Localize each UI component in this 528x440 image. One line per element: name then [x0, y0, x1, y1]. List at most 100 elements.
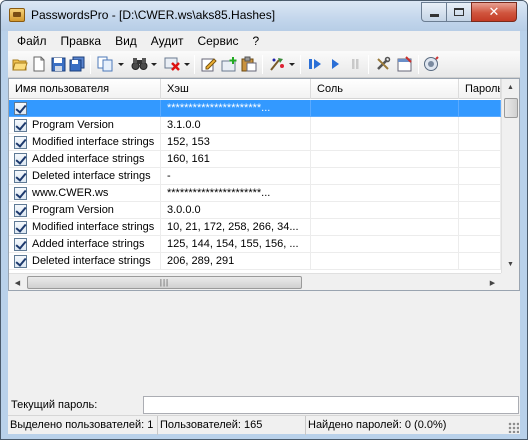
salt-text: [311, 119, 317, 131]
table-row[interactable]: Modified interface strings 152, 153: [9, 134, 501, 151]
delete-dropdown-icon[interactable]: [184, 63, 190, 66]
pause-icon[interactable]: [346, 55, 364, 73]
menu-file[interactable]: Файл: [10, 31, 54, 51]
cell-username: Program Version: [9, 202, 161, 219]
salt-text: [311, 170, 317, 182]
column-header-salt[interactable]: Соль: [311, 79, 459, 99]
row-checkbox[interactable]: [14, 136, 27, 149]
table-row[interactable]: Deleted interface strings 206, 289, 291: [9, 253, 501, 270]
table-row[interactable]: www.CWER.ws **********************...: [9, 185, 501, 202]
column-header-hash[interactable]: Хэш: [161, 79, 311, 99]
scroll-up-icon[interactable]: ▲: [502, 79, 519, 96]
vertical-scrollbar[interactable]: ▲ ▼: [501, 79, 519, 273]
help-icon[interactable]: [422, 55, 440, 73]
row-checkbox[interactable]: [14, 204, 27, 217]
menu-edit[interactable]: Правка: [54, 31, 109, 51]
scroll-right-icon[interactable]: ▶: [484, 274, 501, 290]
column-header-password[interactable]: Пароль: [459, 79, 501, 99]
menu-service[interactable]: Сервис: [190, 31, 245, 51]
resize-grip-icon[interactable]: [508, 422, 519, 433]
cell-salt: [311, 134, 459, 151]
password-text: [459, 221, 465, 233]
table-row[interactable]: Deleted interface strings -: [9, 168, 501, 185]
attack-dropdown-icon[interactable]: [289, 63, 295, 66]
delete-icon[interactable]: [163, 55, 181, 73]
password-text: [459, 136, 465, 148]
attack-icon[interactable]: [268, 55, 286, 73]
new-icon[interactable]: [30, 55, 48, 73]
current-password-field[interactable]: [143, 396, 519, 414]
minimize-button[interactable]: [421, 2, 447, 22]
save-icon[interactable]: [49, 55, 67, 73]
cell-password: [459, 117, 501, 134]
cell-username: Added interface strings: [9, 151, 161, 168]
cell-salt: [311, 253, 459, 270]
password-text: [459, 204, 465, 216]
row-checkbox[interactable]: [14, 153, 27, 166]
cell-password: [459, 134, 501, 151]
lower-panel: Текущий пароль:: [8, 291, 520, 415]
cell-salt: [311, 219, 459, 236]
close-icon: ✕: [488, 4, 500, 19]
salt-text: [311, 187, 317, 199]
continue-icon[interactable]: [326, 55, 344, 73]
copy-icon[interactable]: [96, 55, 114, 73]
options-icon[interactable]: [396, 55, 414, 73]
paste-icon[interactable]: [240, 55, 258, 73]
hash-table: Имя пользователя Хэш Соль Пароль *******…: [8, 78, 520, 291]
hash-text: **********************...: [167, 102, 271, 114]
close-button[interactable]: ✕: [471, 2, 517, 22]
salt-text: [311, 255, 317, 267]
copy-dropdown-icon[interactable]: [118, 63, 124, 66]
row-checkbox[interactable]: [14, 102, 27, 115]
scroll-down-icon[interactable]: ▼: [502, 256, 519, 273]
cell-password: [459, 236, 501, 253]
menu-bar: Файл Правка Вид Аудит Сервис ?: [8, 31, 520, 51]
row-checkbox[interactable]: [14, 187, 27, 200]
menu-help[interactable]: ?: [246, 31, 267, 51]
password-text: [459, 153, 465, 165]
open-icon[interactable]: [11, 55, 29, 73]
table-row[interactable]: Added interface strings 125, 144, 154, 15…: [9, 236, 501, 253]
row-checkbox[interactable]: [14, 221, 27, 234]
cell-hash: 206, 289, 291: [161, 253, 311, 270]
maximize-button[interactable]: [446, 2, 472, 22]
tools-icon[interactable]: [374, 55, 392, 73]
menu-audit[interactable]: Аудит: [144, 31, 191, 51]
horizontal-scrollbar[interactable]: ◀ ||| ▶: [9, 273, 501, 290]
scroll-left-icon[interactable]: ◀: [9, 274, 26, 290]
add-icon[interactable]: [220, 55, 238, 73]
table-row[interactable]: Modified interface strings 10, 21, 172, 2…: [9, 219, 501, 236]
vertical-scroll-thumb[interactable]: [504, 98, 518, 118]
row-checkbox[interactable]: [14, 238, 27, 251]
menu-view[interactable]: Вид: [108, 31, 144, 51]
table-row[interactable]: **********************...: [9, 100, 501, 117]
table-row[interactable]: Added interface strings 160, 161: [9, 151, 501, 168]
title-bar[interactable]: PasswordsPro - [D:\CWER.ws\aks85.Hashes]…: [1, 1, 527, 31]
column-header-username[interactable]: Имя пользователя: [9, 79, 161, 99]
row-checkbox[interactable]: [14, 255, 27, 268]
cell-salt: [311, 202, 459, 219]
hash-text: 10, 21, 172, 258, 266, 34...: [167, 221, 299, 233]
hash-text: 152, 153: [167, 136, 210, 148]
cell-hash: 152, 153: [161, 134, 311, 151]
find-icon[interactable]: [130, 55, 148, 73]
edit-icon[interactable]: [200, 55, 218, 73]
row-checkbox[interactable]: [14, 170, 27, 183]
password-text: [459, 187, 465, 199]
table-row[interactable]: Program Version 3.0.0.0: [9, 202, 501, 219]
status-found-passwords: Найдено паролей: 0 (0.0%): [308, 419, 447, 431]
salt-text: [311, 136, 317, 148]
find-dropdown-icon[interactable]: [151, 63, 157, 66]
row-checkbox[interactable]: [14, 119, 27, 132]
cell-password: [459, 219, 501, 236]
hash-text: 3.0.0.0: [167, 204, 201, 216]
toolbar: [8, 51, 520, 78]
cell-hash: 10, 21, 172, 258, 266, 34...: [161, 219, 311, 236]
password-text: [459, 170, 465, 182]
app-icon[interactable]: [9, 8, 25, 22]
table-row[interactable]: Program Version 3.1.0.0: [9, 117, 501, 134]
save-all-icon[interactable]: [68, 55, 86, 73]
start-icon[interactable]: [306, 55, 324, 73]
horizontal-scroll-thumb[interactable]: |||: [27, 276, 302, 289]
